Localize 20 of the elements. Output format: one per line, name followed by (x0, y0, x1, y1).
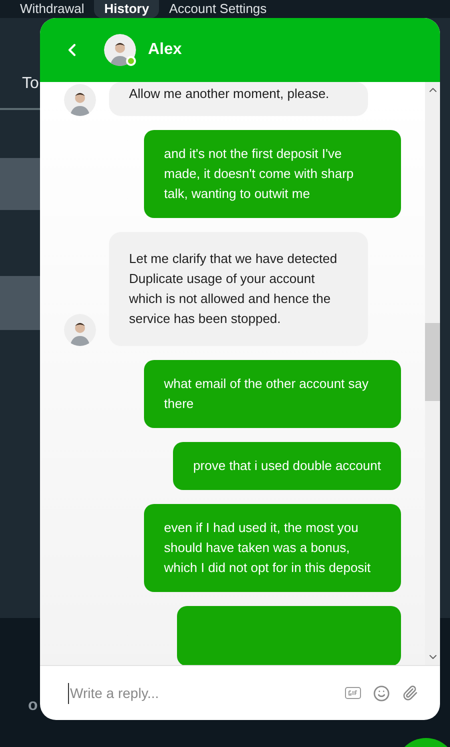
avatar-icon (104, 34, 136, 66)
page-tab[interactable]: Account Settings (159, 0, 277, 18)
page-text: o (28, 696, 38, 716)
agent-message: Let me clarify that we have detected Duplicate usage of your account which is not allowed and hence the service has been stopped. (109, 232, 368, 346)
user-message: even if I had used it, the most you should have taken was a bonus, which I did not opt for in this deposit (144, 504, 401, 592)
agent-name: Alex (148, 40, 182, 60)
attachment-icon[interactable] (402, 685, 418, 701)
avatar-icon (64, 314, 96, 346)
user-message: what email of the other account say there (144, 360, 401, 428)
page-tab[interactable]: Withdrawal (10, 0, 94, 18)
agent-message: Allow me another moment, please. (109, 82, 368, 116)
scrollbar-thumb[interactable] (425, 323, 440, 401)
gif-icon[interactable] (345, 687, 361, 699)
reply-field[interactable]: Write a reply... (68, 682, 333, 704)
page-tab[interactable]: History (94, 0, 160, 18)
user-message: and it's not the first deposit I've made, it doesn't come with sharp talk, wanting to outwit me (144, 130, 401, 218)
emoji-icon[interactable] (373, 684, 390, 702)
user-message: prove that i used double account (173, 442, 401, 490)
avatar-icon (64, 84, 96, 116)
page-text: To (22, 74, 39, 94)
